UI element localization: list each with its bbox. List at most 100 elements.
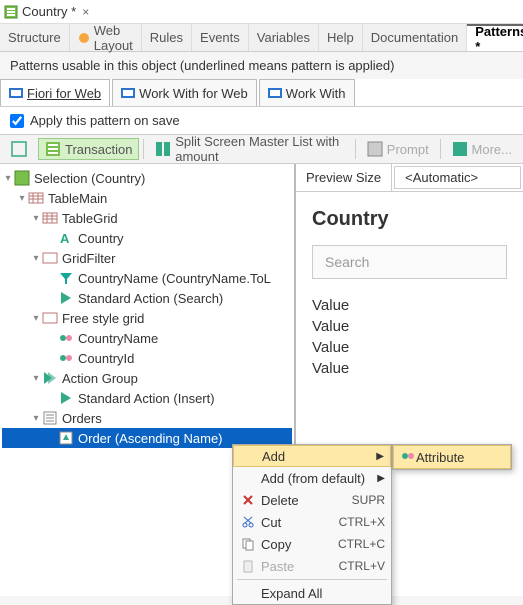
toolbar-prompt[interactable]: Prompt (360, 138, 436, 160)
tree-root[interactable]: ▾ Selection (Country) (2, 168, 292, 188)
tab-help[interactable]: Help (319, 24, 363, 51)
expand-icon[interactable]: ▾ (30, 213, 42, 224)
tree-node[interactable]: A Country (2, 228, 292, 248)
cut-icon (239, 514, 257, 530)
grid-icon (11, 141, 27, 157)
submenu: Attribute (392, 444, 512, 470)
tree-node[interactable]: CountryName (CountryName.ToL (2, 268, 292, 288)
separator (355, 139, 356, 159)
preview-size-select[interactable]: <Automatic> (394, 166, 521, 189)
delete-icon (239, 492, 257, 508)
pattern-icon (268, 86, 282, 100)
tab-label: Help (327, 30, 354, 45)
tree-label: TableMain (48, 191, 107, 206)
toolbar-btn-1[interactable] (4, 138, 34, 160)
transaction-icon (45, 141, 61, 157)
subtab-ww[interactable]: Work With (259, 79, 355, 106)
menu-label: Delete (257, 493, 344, 508)
apply-checkbox[interactable] (10, 114, 24, 128)
menu-add[interactable]: Add ▶ (233, 445, 391, 467)
action-icon (58, 390, 74, 406)
subtab-wwweb[interactable]: Work With for Web (112, 79, 257, 106)
pattern-tabs: Fiori for Web Work With for Web Work Wit… (0, 79, 523, 107)
subtab-fiori[interactable]: Fiori for Web (0, 79, 110, 106)
subtab-label: Fiori for Web (27, 86, 101, 101)
expand-icon[interactable]: ▾ (2, 173, 14, 184)
tab-structure[interactable]: Structure (0, 24, 70, 51)
tree-label: Order (Ascending Name) (78, 431, 223, 446)
toolbar-label: More... (472, 142, 512, 157)
transaction-icon (4, 5, 18, 19)
tree-label: Standard Action (Search) (78, 291, 223, 306)
close-tab-icon[interactable]: × (82, 5, 89, 19)
split-icon (155, 141, 171, 157)
more-icon (452, 141, 468, 157)
toolbar-more[interactable]: More... (445, 138, 519, 160)
expand-icon[interactable]: ▾ (30, 373, 42, 384)
tree-node[interactable]: ▾ GridFilter (2, 248, 292, 268)
tab-label: Web Layout (94, 23, 133, 53)
submenu-arrow-icon: ▶ (377, 473, 385, 484)
tab-patterns[interactable]: Patterns * (467, 24, 523, 51)
tab-label: Rules (150, 30, 183, 45)
tree: ▾ Selection (Country) ▾ TableMain ▾TableG… (0, 164, 294, 452)
expand-icon[interactable]: ▾ (30, 413, 42, 424)
tree-label: Free style grid (62, 311, 144, 326)
menu-expand-all[interactable]: Expand All (233, 582, 391, 604)
blank-icon (240, 448, 258, 464)
attribute-icon: A (58, 230, 74, 246)
menu-paste: Paste CTRL+V (233, 555, 391, 577)
tree-node[interactable]: CountryName (2, 328, 292, 348)
tree-node[interactable]: ▾ TableMain (2, 188, 292, 208)
menu-cut[interactable]: Cut CTRL+X (233, 511, 391, 533)
menu-shortcut: CTRL+C (330, 537, 385, 551)
tree-node[interactable]: Standard Action (Search) (2, 288, 292, 308)
menu-copy[interactable]: Copy CTRL+C (233, 533, 391, 555)
tree-node[interactable]: ▾ Free style grid (2, 308, 292, 328)
preview-header: Preview Size <Automatic> (296, 164, 523, 192)
tree-node[interactable]: Standard Action (Insert) (2, 388, 292, 408)
separator (440, 139, 441, 159)
toolbar-label: Transaction (65, 142, 132, 157)
tree-node[interactable]: CountryId (2, 348, 292, 368)
search-input[interactable]: Search (312, 245, 507, 279)
web-layout-icon (78, 32, 90, 44)
field-icon (58, 330, 74, 346)
tree-label: GridFilter (62, 251, 115, 266)
tab-documentation[interactable]: Documentation (363, 24, 467, 51)
menu-label: Add (from default) (257, 471, 377, 486)
toolbar-split[interactable]: Split Screen Master List with amount (148, 131, 351, 167)
titlebar: Country * × (0, 0, 523, 24)
tree-label: CountryName (78, 331, 158, 346)
tab-variables[interactable]: Variables (249, 24, 319, 51)
orders-icon (42, 410, 58, 426)
menu-add-default[interactable]: Add (from default) ▶ (233, 467, 391, 489)
toolbar-transaction[interactable]: Transaction (38, 138, 139, 160)
submenu-attribute[interactable]: Attribute (393, 445, 511, 469)
action-group-icon (42, 370, 58, 386)
tree-node[interactable]: ▾Orders (2, 408, 292, 428)
toolbar-label: Split Screen Master List with amount (175, 134, 344, 164)
tree-node[interactable]: ▾ Action Group (2, 368, 292, 388)
expand-icon[interactable]: ▾ (16, 193, 28, 204)
tree-label: Country (78, 231, 124, 246)
tree-node[interactable]: ▾TableGrid (2, 208, 292, 228)
order-icon (58, 430, 74, 446)
menu-shortcut: SUPR (344, 493, 385, 507)
tree-label: Action Group (62, 371, 138, 386)
blank-icon (239, 585, 257, 601)
expand-icon[interactable]: ▾ (30, 313, 42, 324)
menu-delete[interactable]: Delete SUPR (233, 489, 391, 511)
expand-icon[interactable]: ▾ (30, 253, 42, 264)
svg-text:A: A (60, 231, 70, 246)
copy-icon (239, 536, 257, 552)
tab-events[interactable]: Events (192, 24, 249, 51)
apply-row: Apply this pattern on save (0, 107, 523, 134)
toolbar: Transaction Split Screen Master List wit… (0, 134, 523, 164)
tab-rules[interactable]: Rules (142, 24, 192, 51)
grid-icon (42, 210, 58, 226)
paste-icon (239, 558, 257, 574)
preview-size-label: Preview Size (296, 164, 392, 191)
document-title: Country * (22, 4, 76, 19)
tab-web-layout[interactable]: Web Layout (70, 24, 142, 51)
